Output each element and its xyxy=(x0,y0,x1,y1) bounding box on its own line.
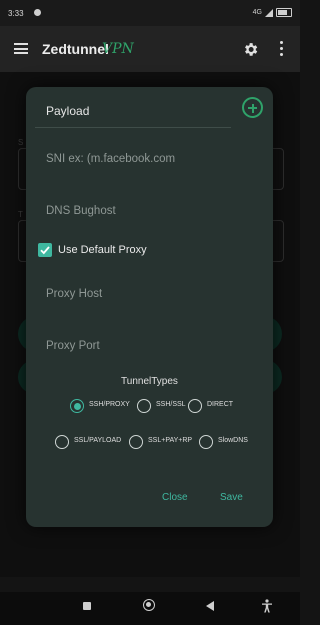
radio-circle xyxy=(188,399,202,413)
tunnel-types-title: TunnelTypes xyxy=(121,376,178,387)
more-vert-icon[interactable] xyxy=(280,41,284,57)
status-bar: 3:33 4G xyxy=(0,0,300,26)
home-icon[interactable] xyxy=(143,599,155,611)
radio-label: SSL/PAYLOAD xyxy=(74,437,122,444)
radio-label: SSH/PROXY xyxy=(89,401,130,408)
save-button[interactable]: Save xyxy=(220,492,243,503)
payload-field[interactable]: Payload xyxy=(35,89,231,128)
radio-circle xyxy=(70,399,84,413)
use-default-proxy-checkbox[interactable] xyxy=(38,243,52,257)
check-icon xyxy=(40,246,50,255)
dns-bughost-input[interactable]: DNS Bughost xyxy=(46,205,116,217)
radio-label: SlowDNS xyxy=(218,437,248,444)
square-icon[interactable] xyxy=(83,602,91,610)
radio-label: SSH/SSL xyxy=(156,401,186,408)
use-default-proxy-label: Use Default Proxy xyxy=(58,244,147,256)
system-nav-bar xyxy=(0,592,300,625)
proxy-port-input[interactable]: Proxy Port xyxy=(46,340,100,352)
status-right: 4G xyxy=(253,8,292,17)
radio-label: DIRECT xyxy=(207,401,234,408)
radio-circle xyxy=(55,435,69,449)
add-circle-icon[interactable] xyxy=(242,97,263,118)
status-time: 3:33 xyxy=(8,9,24,18)
app-title: Zedtunnel xyxy=(42,41,109,57)
notification-icon xyxy=(34,9,41,16)
radio-circle xyxy=(129,435,143,449)
menu-icon[interactable] xyxy=(14,43,28,54)
network-label: 4G xyxy=(252,9,262,16)
close-button[interactable]: Close xyxy=(162,492,188,503)
radio-circle xyxy=(137,399,151,413)
app-title-accent: VPN xyxy=(102,41,134,57)
proxy-host-input[interactable]: Proxy Host xyxy=(46,288,102,300)
payload-label: Payload xyxy=(46,104,90,118)
back-icon[interactable] xyxy=(206,601,214,611)
screen: 3:33 4G Zedtunnel VPN S T Payload SNI ex… xyxy=(0,0,300,625)
sni-input[interactable]: SNI ex: (m.facebook.com xyxy=(46,153,175,165)
app-bar: Zedtunnel VPN xyxy=(0,26,300,72)
accessibility-icon[interactable] xyxy=(261,599,273,613)
radio-circle xyxy=(199,435,213,449)
bg-label: T xyxy=(18,210,23,219)
gear-icon[interactable] xyxy=(242,41,259,58)
bg-label: S xyxy=(18,138,24,147)
battery-icon xyxy=(276,8,292,17)
signal-icon xyxy=(265,8,273,17)
radio-label: SSL+PAY+RP xyxy=(148,437,193,444)
tunnel-settings-dialog: Payload SNI ex: (m.facebook.com DNS Bugh… xyxy=(26,87,273,527)
